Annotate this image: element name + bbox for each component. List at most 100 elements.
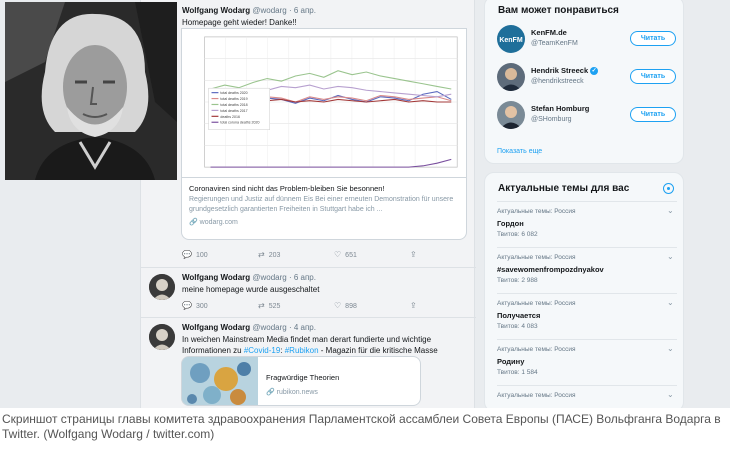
- tweet-text-part: Informationen zu: [182, 346, 244, 355]
- reply-button[interactable]: 💬 300: [182, 301, 208, 310]
- avatar-logo-text: KenFM: [499, 37, 523, 44]
- follow-suggestion[interactable]: KenFM KenFM.de @TeamKenFM Читать: [497, 23, 677, 57]
- tweet-text: In weichen Mainstream Media findet man d…: [182, 334, 472, 356]
- tweet[interactable]: Wolfgang Wodarg @wodarg · 4 апр. In weic…: [141, 318, 476, 408]
- mortality-chart: total deaths 2020 total deaths 2019 total …: [204, 36, 458, 168]
- author-avatar[interactable]: [149, 324, 175, 350]
- tweet-header: Wolfgang Wodarg @wodarg · 6 апр.: [182, 6, 316, 15]
- verified-badge-icon: ✓: [590, 67, 599, 76]
- trend-count: Твитов: 4 083: [497, 323, 538, 330]
- chevron-down-icon[interactable]: ⌄: [667, 298, 674, 307]
- reply-icon: 💬: [182, 301, 192, 310]
- account-name[interactable]: KenFM.de: [531, 28, 567, 37]
- link-icon: 🔗: [266, 389, 277, 396]
- portrait-photo: [5, 2, 177, 180]
- hashtag-link[interactable]: #Covid-19: [244, 346, 280, 355]
- author-name[interactable]: Wolfgang Wodarg: [182, 323, 250, 332]
- account-name[interactable]: Stefan Homburg: [531, 104, 589, 113]
- author-meta: @wodarg · 6 апр.: [252, 273, 316, 282]
- author-meta: @wodarg · 6 апр.: [252, 6, 316, 15]
- who-to-follow-panel: Вам может понравиться KenFM KenFM.de @Te…: [484, 0, 684, 164]
- account-avatar[interactable]: [497, 63, 525, 91]
- twitter-screenshot: Wolfgang Wodarg @wodarg · 6 апр. Homepag…: [0, 0, 730, 408]
- follow-button[interactable]: Читать: [630, 31, 676, 46]
- retweet-icon: ⇄: [258, 301, 265, 310]
- tweet-text-line-1: In weichen Mainstream Media findet man d…: [182, 335, 432, 344]
- retweet-button[interactable]: ⇄ 525: [258, 301, 280, 310]
- timeline: Wolfgang Wodarg @wodarg · 6 апр. Homepag…: [140, 0, 476, 408]
- follow-suggestion[interactable]: Stefan Homburg @SHomburg Читать: [497, 99, 677, 133]
- tweet-header: Wolfgang Wodarg @wodarg · 4 апр.: [182, 323, 316, 332]
- like-count: 898: [345, 303, 357, 310]
- show-more-link[interactable]: Показать еще: [497, 148, 542, 155]
- follow-button[interactable]: Читать: [630, 69, 676, 84]
- account-handle: @hendrikstreeck: [531, 78, 584, 85]
- chevron-down-icon[interactable]: ⌄: [667, 344, 674, 353]
- share-button[interactable]: ⇪: [410, 301, 421, 310]
- follow-button[interactable]: Читать: [630, 107, 676, 122]
- link-card-url-text: wodarg.com: [199, 219, 238, 226]
- legend-label: total corona deaths 2020: [220, 121, 259, 125]
- retweet-count: 525: [268, 303, 281, 310]
- reply-button[interactable]: 💬 100: [182, 250, 208, 259]
- trend-item[interactable]: Актуальные темы: Россия Получается Твито…: [497, 293, 677, 339]
- author-meta: @wodarg · 4 апр.: [252, 323, 316, 332]
- trend-item[interactable]: Актуальные темы: Россия Гордон Твитов: 6…: [497, 201, 677, 247]
- link-card[interactable]: Fragwürdige Theorien 🔗 rubikon.news: [181, 356, 421, 406]
- reply-count: 100: [195, 252, 208, 259]
- author-name[interactable]: Wolfgang Wodarg: [182, 273, 250, 282]
- chevron-down-icon[interactable]: ⌄: [667, 390, 674, 399]
- trends-panel: Актуальные темы для вас Актуальные темы:…: [484, 172, 684, 408]
- trend-category: Актуальные темы: Россия: [497, 346, 576, 353]
- trend-item[interactable]: Актуальные темы: Россия #savewomenfrompo…: [497, 247, 677, 293]
- trend-name: Родину: [497, 357, 525, 366]
- trend-name: Получается: [497, 311, 541, 320]
- account-name[interactable]: Hendrik Streeck ✓: [531, 66, 599, 76]
- link-card-title: Coronaviren sind nicht das Problem-bleib…: [189, 184, 385, 193]
- hashtag-link[interactable]: #Rubikon: [285, 346, 319, 355]
- like-button[interactable]: ♡ 651: [334, 250, 357, 259]
- link-card-url: 🔗 rubikon.news: [266, 388, 318, 396]
- legend-label: total deaths 2017: [220, 109, 247, 113]
- tweet[interactable]: Wolfgang Wodarg @wodarg · 6 апр. Homepag…: [141, 0, 476, 268]
- tweet[interactable]: Wolfgang Wodarg @wodarg · 6 апр. meine h…: [141, 268, 476, 318]
- retweet-count: 203: [268, 252, 281, 259]
- link-card-url-text: rubikon.news: [276, 389, 318, 396]
- account-avatar[interactable]: [497, 101, 525, 129]
- like-button[interactable]: ♡ 898: [334, 301, 357, 310]
- account-avatar[interactable]: KenFM: [497, 25, 525, 53]
- retweet-icon: ⇄: [258, 250, 265, 259]
- link-card-url: 🔗 wodarg.com: [189, 218, 459, 226]
- share-icon: ⇪: [410, 250, 417, 259]
- tweet-text: meine homepage wurde ausgeschaltet: [182, 285, 320, 294]
- trend-category: Актуальные темы: Россия: [497, 300, 576, 307]
- settings-icon[interactable]: [663, 183, 674, 194]
- tweet-text-line-2: Informationen zu #Covid-19: #Rubikon - M…: [182, 345, 472, 356]
- link-card-description: Regierungen und Justiz auf dünnem Eis Be…: [189, 196, 454, 213]
- trend-category: Актуальные темы: Россия: [497, 392, 576, 399]
- trend-category: Актуальные темы: Россия: [497, 254, 576, 261]
- panel-title: Вам может понравиться: [498, 5, 619, 16]
- trend-item[interactable]: Актуальные темы: Россия ⌄: [497, 385, 677, 408]
- like-count: 651: [345, 252, 357, 259]
- link-card-thumbnail: [182, 357, 258, 405]
- trend-item[interactable]: Актуальные темы: Россия Родину Твитов: 1…: [497, 339, 677, 385]
- follow-suggestion[interactable]: Hendrik Streeck ✓ @hendrikstreeck Читать: [497, 61, 677, 95]
- reply-icon: 💬: [182, 250, 192, 259]
- panel-title: Актуальные темы для вас: [498, 183, 630, 194]
- link-card[interactable]: Coronaviren sind nicht das Problem-bleib…: [181, 178, 467, 240]
- author-avatar[interactable]: [149, 274, 175, 300]
- tweet-text-part: - Magazin für die kritische Masse: [318, 346, 438, 355]
- like-icon: ♡: [334, 250, 342, 259]
- share-icon: ⇪: [410, 301, 417, 310]
- legend-label: total deaths 2019: [220, 97, 247, 101]
- trend-name: Гордон: [497, 219, 524, 228]
- author-name[interactable]: Wolfgang Wodarg: [182, 6, 250, 15]
- legend-label: deaths 2016: [220, 115, 240, 119]
- chevron-down-icon[interactable]: ⌄: [667, 252, 674, 261]
- share-button[interactable]: ⇪: [410, 250, 421, 259]
- retweet-button[interactable]: ⇄ 203: [258, 250, 280, 259]
- chevron-down-icon[interactable]: ⌄: [667, 206, 674, 215]
- chart-image[interactable]: total deaths 2020 total deaths 2019 total …: [181, 28, 467, 178]
- link-icon: 🔗: [189, 219, 200, 226]
